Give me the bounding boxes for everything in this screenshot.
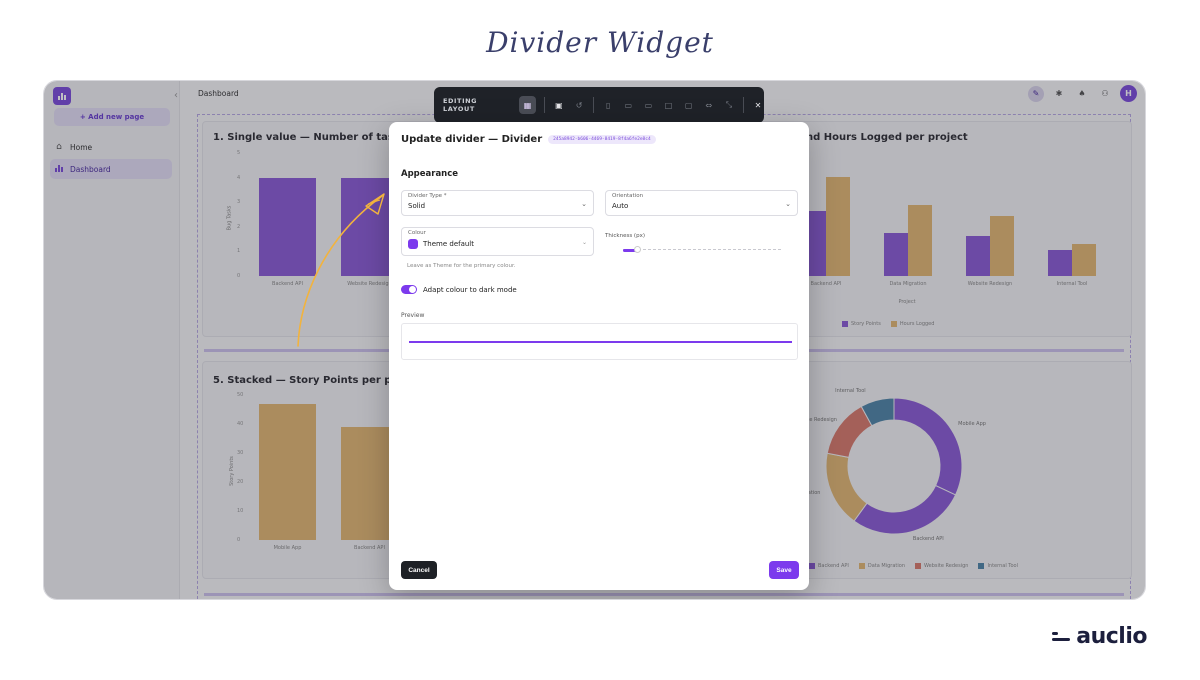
hero-title: Divider Widget bbox=[486, 26, 714, 59]
colour-select[interactable]: Colour Theme default ⌄ bbox=[401, 227, 594, 256]
dialog-header: Update divider — Divider 245a8942-b606-4… bbox=[401, 134, 656, 145]
widgets-icon[interactable]: ▦ bbox=[519, 96, 536, 114]
fit-width-icon[interactable]: ⇔ bbox=[703, 99, 715, 112]
chevron-down-icon: ⌄ bbox=[581, 200, 587, 208]
field-label: Orientation bbox=[612, 193, 644, 199]
field-label: Colour bbox=[408, 230, 426, 236]
adapt-dark-mode-toggle[interactable] bbox=[401, 285, 417, 294]
thickness-slider-handle[interactable] bbox=[633, 246, 641, 253]
widget-id-chip: 245a8942-b606-4469-8419-8f4a6fe2e8c4 bbox=[548, 135, 656, 144]
collapse-icon[interactable]: ⤡ bbox=[723, 99, 735, 112]
preview-divider-line bbox=[409, 341, 792, 343]
toggle-knob bbox=[409, 286, 416, 293]
editing-layout-label: EDITING LAYOUT bbox=[443, 97, 478, 113]
colour-swatch bbox=[408, 239, 418, 249]
thickness-label: Thickness (px) bbox=[605, 233, 645, 239]
field-value: Auto bbox=[612, 202, 629, 210]
preview-label: Preview bbox=[401, 312, 425, 319]
field-value: Solid bbox=[408, 202, 426, 210]
save-button[interactable]: Save bbox=[769, 561, 799, 579]
app-screenshot-frame: ‹ + Add new page ⌂ Home Dashboard Dashbo… bbox=[43, 80, 1146, 600]
toolbar-separator bbox=[593, 97, 595, 113]
orientation-select[interactable]: Orientation Auto ⌄ bbox=[605, 190, 798, 216]
chevron-down-icon: ⌄ bbox=[785, 200, 791, 208]
cancel-button[interactable]: Cancel bbox=[401, 561, 437, 579]
auclio-mark-icon bbox=[1052, 632, 1071, 641]
page-root: Divider Widget ‹ + Add new page ⌂ Home D… bbox=[0, 0, 1200, 680]
divider-type-select[interactable]: Divider Type * Solid ⌄ bbox=[401, 190, 594, 216]
tablet-icon[interactable]: ▭ bbox=[622, 99, 634, 112]
save-icon[interactable]: ▣ bbox=[553, 99, 565, 112]
app-underlay: ‹ + Add new page ⌂ Home Dashboard Dashbo… bbox=[44, 81, 1145, 599]
undo-icon[interactable]: ↺ bbox=[573, 99, 585, 112]
colour-helper-text: Leave as Theme for the primary colour. bbox=[407, 263, 516, 269]
editing-layout-toolbar: EDITING LAYOUT ▦ ▣ ↺ ▯ ▭ ▭ □ ▢ ⇔ ⤡ ✕ bbox=[434, 87, 764, 123]
field-value: Theme default bbox=[423, 240, 474, 248]
desktop-icon[interactable]: □ bbox=[662, 99, 674, 112]
brand-wordmark: auclio bbox=[1076, 624, 1147, 649]
toggle-label: Adapt colour to dark mode bbox=[423, 286, 517, 294]
toolbar-separator bbox=[543, 97, 545, 113]
auclio-logo: auclio bbox=[1052, 624, 1147, 649]
mobile-icon[interactable]: ▯ bbox=[602, 99, 614, 112]
thickness-slider-track[interactable] bbox=[623, 249, 781, 251]
divider-preview bbox=[401, 323, 798, 360]
close-edit-icon[interactable]: ✕ bbox=[752, 99, 764, 112]
laptop-icon[interactable]: ▭ bbox=[642, 99, 654, 112]
dialog-title: Update divider — Divider bbox=[401, 134, 543, 145]
field-label: Divider Type * bbox=[408, 193, 447, 199]
monitor-icon[interactable]: ▢ bbox=[683, 99, 695, 112]
toolbar-separator bbox=[742, 97, 744, 113]
section-title: Appearance bbox=[401, 169, 459, 179]
chevron-down-icon: ⌄ bbox=[581, 239, 587, 246]
update-divider-dialog: Update divider — Divider 245a8942-b606-4… bbox=[389, 122, 809, 590]
